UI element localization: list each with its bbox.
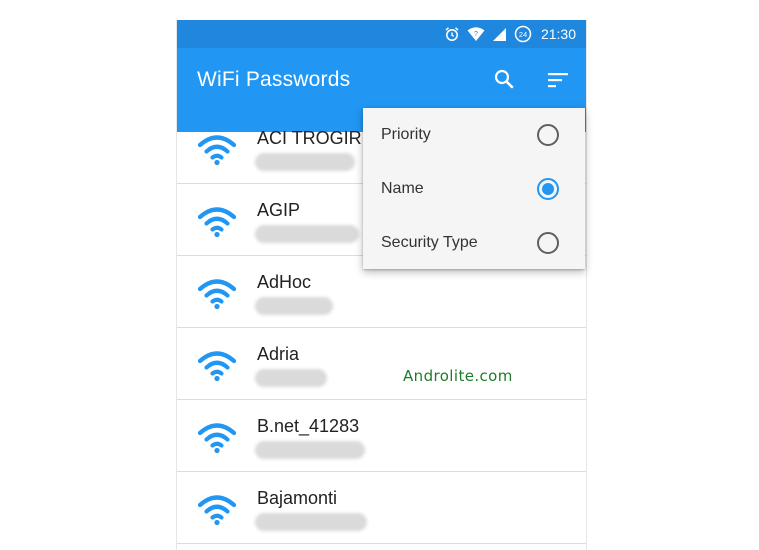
network-ssid: AGIP	[257, 200, 301, 220]
network-ssid: Adria	[257, 344, 300, 364]
sort-option-label: Name	[381, 180, 424, 197]
password-blurred	[255, 369, 327, 387]
alarm-icon	[445, 27, 459, 41]
app-title: WiFi Passwords	[197, 68, 351, 91]
cell-signal-icon	[492, 27, 506, 41]
wifi-icon	[197, 279, 237, 310]
password-blurred	[255, 513, 367, 531]
password-blurred	[255, 297, 333, 315]
sort-menu: Priority Name Security Type	[363, 108, 585, 269]
wifi-icon	[197, 135, 237, 166]
password-blurred	[255, 441, 365, 459]
watermark-text: Androlite.com	[403, 367, 513, 385]
sort-option-name[interactable]: Name	[363, 162, 585, 216]
network-ssid: AdHoc	[257, 272, 312, 292]
wifi-icon	[197, 423, 237, 454]
status-time: 21:30	[540, 26, 576, 42]
radio-unselected-icon[interactable]	[537, 232, 559, 254]
network-row[interactable]: B.net_41283	[177, 400, 586, 472]
sort-icon[interactable]	[546, 68, 570, 92]
network-row[interactable]: Adria	[177, 328, 586, 400]
password-blurred	[255, 153, 355, 171]
radio-selected-icon[interactable]	[537, 178, 559, 200]
svg-text:?: ?	[474, 31, 478, 38]
radio-unselected-icon[interactable]	[537, 124, 559, 146]
wifi-icon	[197, 207, 237, 238]
wifi-signal-icon: ?	[467, 27, 485, 41]
sort-option-label: Priority	[381, 126, 431, 143]
network-ssid: B.net_41283	[257, 416, 360, 436]
data-saver-badge: 24	[519, 30, 527, 39]
sort-option-priority[interactable]: Priority	[363, 108, 585, 162]
network-ssid: ACI TROGIR	[257, 128, 362, 148]
sort-option-security-type[interactable]: Security Type	[363, 216, 585, 270]
network-ssid: Bajamonti	[257, 488, 338, 508]
wifi-icon	[197, 495, 237, 526]
status-bar: ? 24 21:30	[177, 20, 586, 48]
wifi-icon	[197, 351, 237, 382]
password-blurred	[255, 225, 359, 243]
phone-screen: ? 24 21:30 WiFi Passwords ACI TROGIR AGI…	[177, 20, 586, 550]
network-row[interactable]: Bajamonti	[177, 472, 586, 544]
search-icon[interactable]	[492, 67, 516, 91]
sort-option-label: Security Type	[381, 234, 478, 251]
data-saver-icon: 24	[514, 25, 532, 43]
